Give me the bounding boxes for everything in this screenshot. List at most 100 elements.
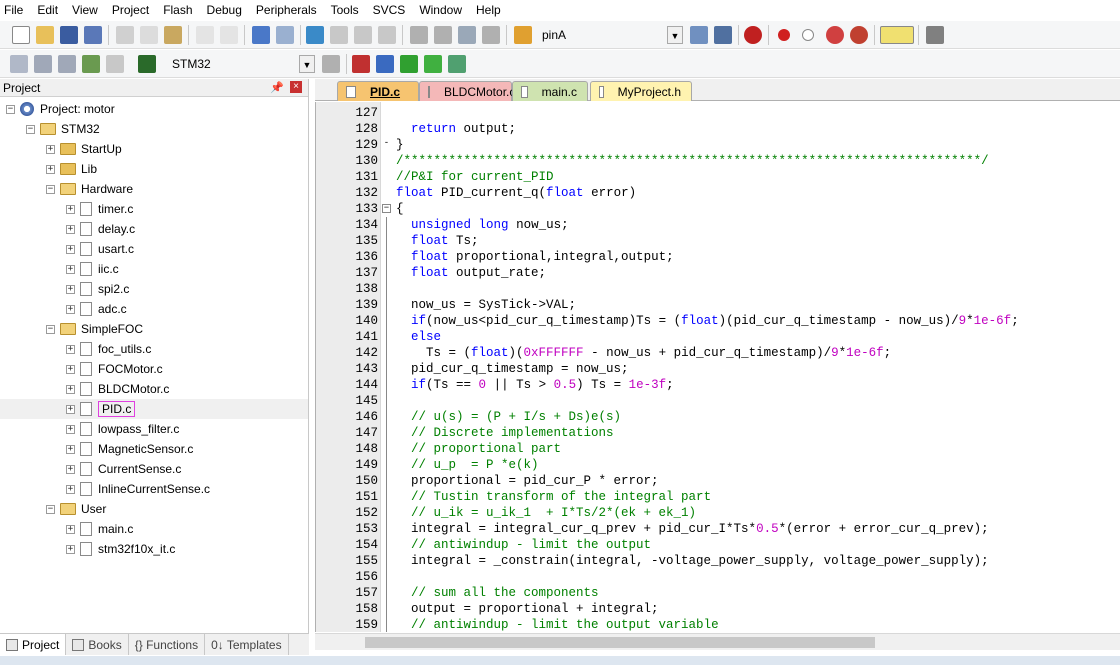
incremental-find-icon[interactable] (714, 26, 732, 44)
insert-breakpoint-icon[interactable] (778, 29, 790, 41)
save-icon[interactable] (60, 26, 78, 44)
window-layout-icon[interactable] (880, 26, 914, 44)
undo-icon[interactable] (196, 26, 214, 44)
tree-file[interactable]: + delay.c (66, 219, 135, 239)
manage-rte-icon[interactable] (376, 55, 394, 73)
tree-file[interactable]: + lowpass_filter.c (66, 419, 179, 439)
save-all-icon[interactable] (84, 26, 102, 44)
tree-file[interactable]: + spi2.c (66, 279, 129, 299)
disable-breakpoints-icon[interactable] (826, 26, 844, 44)
code-line[interactable]: 148 // proportional part (316, 441, 1120, 457)
scrollbar-thumb[interactable] (365, 637, 875, 648)
code-line[interactable]: 152 // u_ik = u_ik_1 + I*Ts/2*(ek + ek_1… (316, 505, 1120, 521)
code-line[interactable]: 132 float PID_current_q(float error) (316, 185, 1120, 201)
navigate-forward-icon[interactable] (276, 26, 294, 44)
expand-icon[interactable]: + (66, 264, 75, 274)
tree-group-hardware[interactable]: − Hardware (46, 179, 133, 199)
tree-group-simplefoc[interactable]: − SimpleFOC (46, 319, 143, 339)
expand-icon[interactable]: + (66, 524, 75, 534)
menu-debug[interactable]: Debug (207, 3, 242, 17)
paste-icon[interactable] (164, 26, 182, 44)
code-line[interactable]: 136 float proportional,integral,output; (316, 249, 1120, 265)
code-line[interactable]: 144 if(Ts == 0 || Ts > 0.5) Ts = 1e-3f; (316, 377, 1120, 393)
code-line[interactable]: 138 (316, 281, 1120, 297)
tab-functions[interactable]: {} Functions (129, 634, 206, 655)
navigate-back-icon[interactable] (252, 26, 270, 44)
code-line[interactable]: 128 return output; (316, 121, 1120, 137)
menu-window[interactable]: Window (419, 3, 462, 17)
build-icon[interactable] (34, 55, 52, 73)
expand-icon[interactable]: + (66, 544, 75, 554)
code-line[interactable]: 151 // Tustin transform of the integral … (316, 489, 1120, 505)
tree-file[interactable]: + main.c (66, 519, 133, 539)
tree-file[interactable]: + MagneticSensor.c (66, 439, 193, 459)
code-line[interactable]: 127 (316, 105, 1120, 121)
code-line[interactable]: 159 // antiwindup - limit the output var… (316, 617, 1120, 632)
tab-project[interactable]: Project (0, 634, 67, 655)
menu-view[interactable]: View (72, 3, 98, 17)
menu-tools[interactable]: Tools (331, 3, 359, 17)
code-line[interactable]: 133−{ (316, 201, 1120, 217)
tree-file[interactable]: + InlineCurrentSense.c (66, 479, 210, 499)
expand-icon[interactable]: + (66, 244, 75, 254)
code-line[interactable]: 139 now_us = SysTick->VAL; (316, 297, 1120, 313)
tree-file[interactable]: + adc.c (66, 299, 127, 319)
enable-breakpoint-icon[interactable] (802, 29, 814, 41)
collapse-icon[interactable]: − (46, 504, 55, 514)
tree-file[interactable]: + usart.c (66, 239, 134, 259)
expand-icon[interactable]: + (66, 364, 75, 374)
chevron-down-icon[interactable]: ▼ (299, 55, 315, 73)
target-select[interactable]: STM32 ▼ (166, 54, 316, 74)
code-line[interactable]: 153 integral = integral_cur_q_prev + pid… (316, 521, 1120, 537)
code-line[interactable]: 130 /************************************… (316, 153, 1120, 169)
prev-bookmark-icon[interactable] (330, 26, 348, 44)
code-line[interactable]: 129-} (316, 137, 1120, 153)
tab-myproject-h[interactable]: MyProject.h (590, 81, 692, 101)
expand-icon[interactable]: + (66, 224, 75, 234)
copy-icon[interactable] (140, 26, 158, 44)
menu-project[interactable]: Project (112, 3, 149, 17)
code-line[interactable]: 149 // u_p = P *e(k) (316, 457, 1120, 473)
menu-svcs[interactable]: SVCS (373, 3, 406, 17)
debug-start-icon[interactable] (744, 26, 762, 44)
expand-icon[interactable]: + (66, 444, 75, 454)
code-line[interactable]: 150 proportional = pid_cur_P * error; (316, 473, 1120, 489)
expand-icon[interactable]: + (66, 464, 75, 474)
code-line[interactable]: 156 (316, 569, 1120, 585)
expand-icon[interactable]: + (66, 384, 75, 394)
tree-root[interactable]: − Project: motor (6, 99, 115, 119)
cut-icon[interactable] (116, 26, 134, 44)
pack-installer-icon[interactable] (424, 55, 442, 73)
code-line[interactable]: 135 float Ts; (316, 233, 1120, 249)
close-icon[interactable]: × (290, 81, 302, 93)
find-in-files-icon[interactable] (514, 26, 532, 44)
expand-icon[interactable]: + (46, 144, 55, 154)
tab-bldcmotor-c[interactable]: BLDCMotor.c (419, 81, 515, 101)
clear-bookmarks-icon[interactable] (378, 26, 396, 44)
bookmark-icon[interactable] (306, 26, 324, 44)
tab-templates[interactable]: 0↓ Templates (205, 634, 289, 655)
batch-build-icon[interactable] (82, 55, 100, 73)
fold-icon[interactable]: − (382, 204, 391, 213)
code-line[interactable]: 140 if(now_us<pid_cur_q_timestamp)Ts = (… (316, 313, 1120, 329)
code-line[interactable]: 157 // sum all the components (316, 585, 1120, 601)
menu-edit[interactable]: Edit (37, 3, 58, 17)
uncomment-icon[interactable] (482, 26, 500, 44)
unindent-icon[interactable] (434, 26, 452, 44)
code-line[interactable]: 158 output = proportional + integral; (316, 601, 1120, 617)
code-line[interactable]: 154 // antiwindup - limit the output (316, 537, 1120, 553)
next-bookmark-icon[interactable] (354, 26, 372, 44)
tree-group-startup[interactable]: + StartUp (46, 139, 122, 159)
find-combo[interactable]: pinA ▼ (536, 25, 684, 45)
code-line[interactable]: 145 (316, 393, 1120, 409)
stop-build-icon[interactable] (106, 55, 124, 73)
menu-peripherals[interactable]: Peripherals (256, 3, 317, 17)
tree-file[interactable]: + stm32f10x_it.c (66, 539, 175, 559)
expand-icon[interactable]: + (66, 484, 75, 494)
collapse-icon[interactable]: − (46, 324, 55, 334)
select-packs-icon[interactable] (400, 55, 418, 73)
expand-icon[interactable]: + (66, 304, 75, 314)
expand-icon[interactable]: + (66, 344, 75, 354)
load-icon[interactable] (138, 55, 156, 73)
code-line[interactable]: 143 pid_cur_q_timestamp = now_us; (316, 361, 1120, 377)
